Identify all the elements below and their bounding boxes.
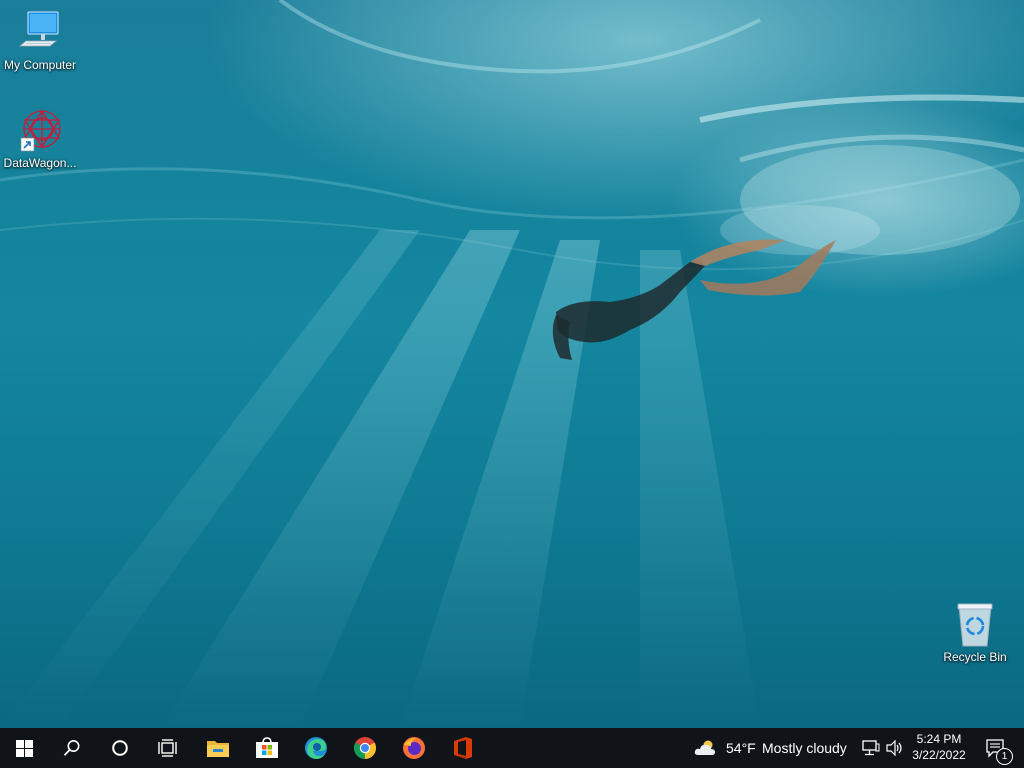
notification-count-badge: 1	[996, 748, 1013, 765]
office-icon	[454, 737, 472, 759]
taskbar: 54°F Mostly cloudy 5:24 PM 3/22/2022 1	[0, 728, 1024, 768]
desktop-icon-datawagon[interactable]: DataWagon...	[0, 108, 80, 170]
desktop-icon-label: DataWagon...	[3, 156, 77, 170]
file-explorer-icon	[207, 741, 229, 757]
clock-time: 5:24 PM	[916, 732, 962, 746]
datawagon-icon	[16, 108, 64, 154]
microsoft-store-icon	[256, 737, 278, 758]
desktop-icon-label: My Computer	[3, 58, 77, 72]
taskbar-firefox[interactable]	[390, 728, 438, 768]
volume-icon	[886, 740, 902, 756]
action-center-button[interactable]: 1	[976, 728, 1016, 768]
task-view-icon	[158, 739, 177, 757]
clock[interactable]: 5:24 PM 3/22/2022	[906, 731, 972, 763]
search-button[interactable]	[48, 728, 96, 768]
weather-widget[interactable]: 54°F Mostly cloudy	[690, 728, 855, 768]
clock-date: 3/22/2022	[912, 748, 966, 762]
desktop-wallpaper	[0, 0, 1024, 728]
network-icon	[862, 740, 880, 756]
weather-condition: Mostly cloudy	[762, 740, 847, 756]
volume-button[interactable]	[884, 728, 906, 768]
search-icon	[63, 740, 80, 756]
taskbar-edge[interactable]	[292, 728, 340, 768]
chrome-icon	[354, 737, 376, 759]
network-button[interactable]	[860, 728, 882, 768]
monitor-icon	[16, 10, 64, 56]
desktop-icon-label: Recycle Bin	[943, 650, 1007, 664]
firefox-icon	[403, 737, 425, 759]
edge-icon	[305, 737, 327, 759]
start-button[interactable]	[0, 728, 48, 768]
desktop-icon-recycle-bin[interactable]: Recycle Bin	[935, 602, 1015, 664]
taskbar-file-explorer[interactable]	[194, 728, 242, 768]
underwater-scene	[0, 0, 1024, 728]
recycle-bin-icon	[951, 602, 999, 648]
cloudy-weather-icon	[694, 740, 715, 755]
cortana-circle-icon	[112, 740, 128, 756]
taskbar-microsoft-store[interactable]	[243, 728, 291, 768]
windows-logo-icon	[15, 739, 33, 757]
desktop-icon-my-computer[interactable]: My Computer	[0, 10, 80, 72]
weather-temperature: 54°F	[726, 740, 756, 756]
taskbar-chrome[interactable]	[341, 728, 389, 768]
cortana-button[interactable]	[96, 728, 144, 768]
task-view-button[interactable]	[144, 728, 192, 768]
taskbar-office[interactable]	[439, 728, 487, 768]
